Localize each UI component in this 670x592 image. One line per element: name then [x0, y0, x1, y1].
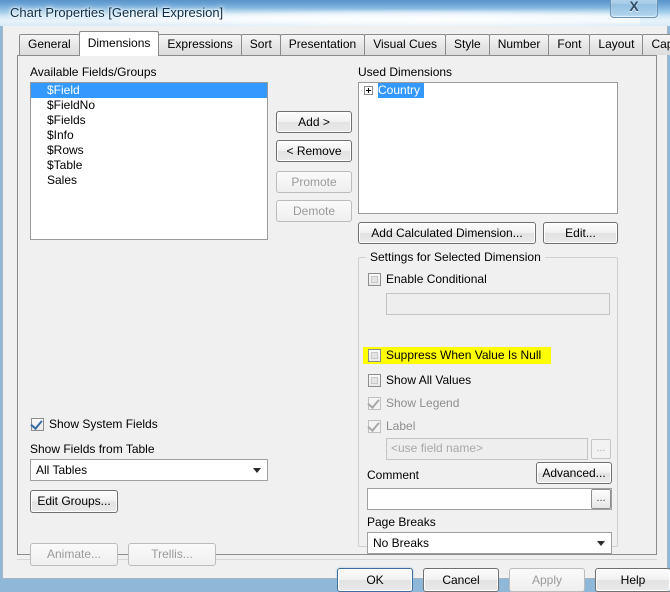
label-text-input: <use field name> — [386, 438, 588, 460]
list-item-sales[interactable]: Sales — [31, 173, 267, 188]
conditional-expression-input — [386, 293, 610, 315]
chart-properties-dialog: Chart Properties [General Expresion] X G… — [0, 0, 670, 592]
help-button[interactable]: Help — [595, 568, 670, 592]
list-item-field[interactable]: $Field — [31, 83, 267, 98]
tab-style[interactable]: Style — [445, 34, 490, 55]
tab-layout[interactable]: Layout — [589, 34, 644, 55]
tab-sort[interactable]: Sort — [240, 34, 281, 55]
cancel-button[interactable]: Cancel — [423, 568, 499, 592]
show-fields-from-table-label: Show Fields from Table — [30, 442, 155, 456]
show-system-fields-checkbox[interactable] — [31, 418, 44, 431]
apply-button: Apply — [509, 568, 585, 592]
available-fields-list[interactable]: $Field $FieldNo $Fields $Info $Rows $Tab… — [30, 82, 268, 240]
chevron-down-icon — [597, 541, 605, 546]
expand-icon[interactable] — [364, 86, 373, 95]
ok-button[interactable]: OK — [337, 568, 413, 592]
tab-strip: General Dimensions Expressions Sort Presenta… — [19, 31, 670, 56]
tab-general[interactable]: General — [19, 34, 80, 55]
tab-presentation[interactable]: Presentation — [279, 34, 366, 55]
available-fields-label: Available Fields/Groups — [30, 65, 157, 79]
page-breaks-label: Page Breaks — [367, 515, 436, 529]
table-filter-select[interactable]: All Tables — [30, 459, 268, 481]
used-dimensions-label: Used Dimensions — [358, 65, 453, 79]
enable-conditional-label: Enable Conditional — [386, 272, 487, 286]
table-filter-value: All Tables — [36, 463, 88, 477]
list-item-info[interactable]: $Info — [31, 128, 267, 143]
page-breaks-value: No Breaks — [373, 536, 430, 550]
edit-groups-button[interactable]: Edit Groups... — [30, 490, 118, 513]
enable-conditional-checkbox[interactable] — [368, 273, 381, 286]
show-all-values-checkbox[interactable] — [368, 374, 381, 387]
suppress-null-label: Suppress When Value Is Null — [386, 348, 542, 362]
edit-dimension-button[interactable]: Edit... — [543, 222, 618, 244]
comment-label: Comment — [367, 468, 420, 482]
animate-button: Animate... — [30, 543, 118, 566]
comment-input[interactable] — [367, 488, 612, 510]
add-dimension-button[interactable]: Add > — [276, 111, 352, 133]
list-item-fieldno[interactable]: $FieldNo — [31, 98, 267, 113]
label-checkbox-label: Label — [386, 419, 416, 433]
used-dimension-country[interactable]: Country — [378, 83, 425, 98]
chevron-down-icon — [253, 468, 261, 473]
page-breaks-select[interactable]: No Breaks — [367, 532, 612, 554]
show-system-fields-label: Show System Fields — [49, 417, 158, 431]
label-browse-button: ... — [591, 439, 611, 459]
suppress-null-checkbox[interactable] — [368, 349, 381, 362]
advanced-button[interactable]: Advanced... — [536, 462, 612, 484]
show-legend-label: Show Legend — [386, 396, 460, 410]
show-all-values-label: Show All Values — [386, 373, 472, 387]
tab-font[interactable]: Font — [548, 34, 591, 55]
close-icon: X — [629, 0, 639, 14]
settings-group-title: Settings for Selected Dimension — [366, 250, 545, 264]
title-bar: Chart Properties [General Expresion] X — [0, 0, 670, 26]
add-calculated-dimension-button[interactable]: Add Calculated Dimension... — [358, 222, 536, 244]
dimensions-tab-panel: Available Fields/Groups $Field $FieldNo … — [17, 55, 657, 566]
comment-browse-button[interactable]: ... — [591, 489, 611, 509]
list-item-table[interactable]: $Table — [31, 158, 267, 173]
tab-visual-cues[interactable]: Visual Cues — [364, 34, 447, 55]
list-item-fields[interactable]: $Fields — [31, 113, 267, 128]
dialog-client-area: General Dimensions Expressions Sort Presenta… — [2, 26, 670, 592]
remove-dimension-button[interactable]: < Remove — [276, 140, 352, 162]
window-title: Chart Properties [General Expresion] — [10, 5, 224, 20]
label-checkbox — [368, 420, 381, 433]
trellis-button: Trellis... — [128, 543, 216, 566]
show-legend-checkbox — [368, 397, 381, 410]
used-dimensions-list[interactable]: Country — [358, 82, 618, 214]
demote-dimension-button: Demote — [276, 200, 352, 222]
tab-number[interactable]: Number — [488, 34, 550, 55]
tab-caption[interactable]: Caption — [642, 34, 670, 55]
tab-expressions[interactable]: Expressions — [158, 34, 242, 55]
promote-dimension-button: Promote — [276, 171, 352, 193]
close-button[interactable]: X — [610, 0, 658, 18]
tab-dimensions[interactable]: Dimensions — [78, 31, 160, 56]
list-item-rows[interactable]: $Rows — [31, 143, 267, 158]
